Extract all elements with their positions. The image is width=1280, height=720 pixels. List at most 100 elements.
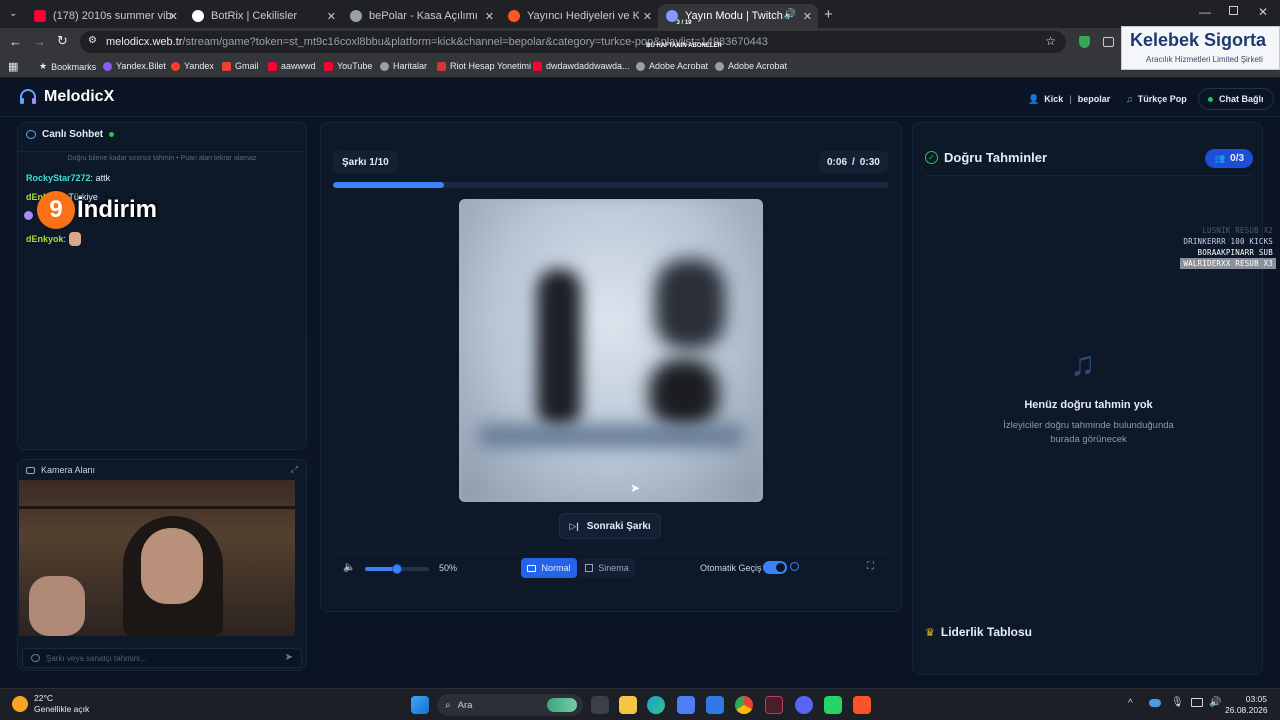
close-icon[interactable]: ✕ bbox=[327, 10, 336, 23]
bookmark-item[interactable]: Yandex bbox=[171, 61, 214, 71]
camera-panel: Kamera Alanı ⤢ Şarkı veya sanatçı tahmin… bbox=[17, 459, 307, 671]
tab-yayinci-hediyeleri[interactable]: Yayıncı Hediyeleri ve Kazananlar ✕ bbox=[500, 4, 658, 28]
apps-grid-icon[interactable]: ▦ bbox=[8, 60, 18, 73]
forward-icon[interactable]: → bbox=[33, 34, 46, 49]
guess-input-placeholder: Şarkı veya sanatçı tahmini... bbox=[46, 653, 147, 663]
extension-icon[interactable] bbox=[1103, 37, 1114, 47]
bookmark-item[interactable]: Riot Hesap Yonetimi bbox=[437, 61, 531, 71]
song-counter: Şarkı 1/10 bbox=[342, 156, 389, 168]
back-icon[interactable]: ← bbox=[9, 34, 22, 49]
send-icon[interactable]: ➤ bbox=[285, 652, 293, 663]
chrome-icon[interactable] bbox=[735, 696, 753, 714]
mode-cinema-button[interactable]: Sinema bbox=[579, 558, 635, 578]
expand-icon[interactable]: ⤢ bbox=[291, 464, 298, 475]
url-host: melodicx.web.tr bbox=[106, 36, 183, 48]
chat-header: Canlı Sohbet bbox=[26, 129, 115, 140]
leaderboard-title: Liderlik Tablosu bbox=[940, 625, 1032, 639]
close-icon[interactable]: ✕ bbox=[485, 10, 494, 23]
network-icon[interactable] bbox=[1191, 698, 1203, 707]
category-label: Türkçe Pop bbox=[1137, 94, 1187, 104]
url-field[interactable]: ⚙ melodicx.web.tr /stream/game?token=st_… bbox=[80, 31, 1066, 53]
speaker-icon[interactable]: 🔊 bbox=[784, 9, 796, 20]
tab-bepolar[interactable]: bePolar - Kasa Açılımı ✕ bbox=[342, 4, 500, 28]
camera-header: Kamera Alanı bbox=[26, 465, 95, 475]
bookmark-item[interactable]: aawwwd bbox=[268, 61, 316, 71]
chat-text: attk bbox=[95, 173, 111, 183]
empty-desc-1: İzleyiciler doğru tahminde bulunduğunda bbox=[1003, 420, 1174, 431]
autoplay-toggle[interactable] bbox=[763, 561, 787, 574]
tray-cloud-icon[interactable] bbox=[1149, 699, 1161, 707]
brave-icon[interactable] bbox=[853, 696, 871, 714]
volume-icon[interactable]: 🔈 bbox=[343, 562, 355, 573]
windows-start-icon[interactable] bbox=[411, 696, 429, 714]
leaderboard-header: ♛ Liderlik Tablosu bbox=[925, 625, 1032, 639]
discord-icon[interactable] bbox=[795, 696, 813, 714]
mode-normal-button[interactable]: Normal bbox=[521, 558, 577, 578]
next-song-button[interactable]: ▷| Sonraki Şarkı bbox=[559, 513, 661, 539]
tab-search-chevron-icon[interactable]: ⌄ bbox=[9, 8, 17, 19]
brand[interactable]: MelodicX bbox=[18, 87, 114, 107]
volume-slider[interactable] bbox=[365, 564, 429, 574]
chat-username[interactable]: dEnkyok bbox=[26, 234, 64, 244]
search-label: Ara bbox=[457, 699, 473, 711]
tab-botrix[interactable]: BotRix | Cekilisler ✕ bbox=[184, 4, 342, 28]
mail-icon[interactable] bbox=[706, 696, 724, 714]
file-explorer-icon[interactable] bbox=[619, 696, 637, 714]
bookmark-item[interactable]: Adobe Acrobat bbox=[636, 61, 708, 71]
store-icon[interactable] bbox=[677, 696, 695, 714]
indirim-text: İndirim bbox=[77, 196, 158, 223]
tray-chevron-icon[interactable]: ^ bbox=[1128, 698, 1133, 709]
taskbar-search[interactable]: ⌕ Ara bbox=[437, 694, 583, 716]
edge-icon[interactable] bbox=[647, 696, 665, 714]
divider: | bbox=[1069, 94, 1072, 104]
minimize-button[interactable]: — bbox=[1199, 5, 1211, 19]
clock-date: 26.08.2026 bbox=[1225, 705, 1268, 715]
info-icon[interactable] bbox=[790, 562, 799, 571]
bookmark-label: Adobe Acrobat bbox=[649, 61, 709, 71]
chat-message: dEnkyok: bbox=[26, 232, 82, 246]
bookmark-item[interactable]: Adobe Acrobat bbox=[715, 61, 787, 71]
subs-title: BU HAFTANIN ABONELER bbox=[646, 43, 722, 49]
camera-icon bbox=[26, 466, 35, 474]
shield-extension-icon[interactable] bbox=[1079, 36, 1090, 48]
channel-label: bepolar bbox=[1077, 94, 1111, 104]
chat-title: Canlı Sohbet bbox=[42, 129, 104, 140]
weather-sun-icon bbox=[12, 696, 28, 712]
volume-tray-icon[interactable]: 🔊 bbox=[1209, 697, 1221, 708]
bookmark-item[interactable]: Haritalar bbox=[380, 61, 427, 71]
task-view-icon[interactable] bbox=[591, 696, 609, 714]
microphone-icon[interactable]: 🎙 bbox=[1171, 697, 1184, 708]
clock[interactable]: 03:05 26.08.2026 bbox=[1225, 694, 1268, 716]
progress-track[interactable] bbox=[333, 182, 889, 188]
volume-knob[interactable] bbox=[392, 564, 402, 574]
bookmark-item[interactable]: YouTube bbox=[324, 61, 372, 71]
whatsapp-icon[interactable] bbox=[824, 696, 842, 714]
guess-input[interactable]: Şarkı veya sanatçı tahmini... ➤ bbox=[22, 648, 302, 668]
bookmark-star-icon[interactable]: ☆ bbox=[1045, 34, 1056, 48]
chat-notice: Doğru bilene kadar sınırsız tahmin • Pua… bbox=[18, 151, 306, 162]
ad-title: Kelebek Sigorta bbox=[1130, 30, 1267, 50]
bookmark-item[interactable]: ★ Bookmarks bbox=[39, 61, 96, 72]
bookmark-item[interactable]: Gmail bbox=[222, 61, 259, 71]
tab-label: (178) 2010s summer vibes mix bbox=[53, 10, 173, 22]
channel-pill: 👤 Kick | bepolar bbox=[1028, 88, 1110, 110]
app-icon[interactable] bbox=[765, 696, 783, 714]
clock-time: 03:05 bbox=[1245, 694, 1267, 704]
riot-icon bbox=[437, 61, 446, 71]
site-info-icon[interactable]: ⚙ bbox=[88, 35, 97, 46]
weather-widget[interactable]: 22°C Genellikle açık bbox=[12, 693, 89, 715]
new-tab-button[interactable]: + bbox=[824, 6, 833, 23]
empty-desc-2: burada görünecek bbox=[1050, 434, 1127, 445]
chat-username[interactable]: RockyStar7272 bbox=[26, 173, 91, 183]
feed-item: LUSNIK RESUB X2 bbox=[1202, 226, 1273, 235]
bookmark-item[interactable]: Yandex.Bilet bbox=[103, 61, 166, 71]
fullscreen-icon[interactable]: ⛶ bbox=[867, 561, 874, 572]
reload-icon[interactable]: ↻ bbox=[57, 33, 68, 49]
bookmark-label: Yandex bbox=[184, 61, 214, 71]
close-icon[interactable]: ✕ bbox=[169, 10, 178, 23]
restore-button[interactable] bbox=[1229, 6, 1238, 15]
bookmark-item[interactable]: dwdawdaddwawda... bbox=[533, 61, 630, 71]
close-window-button[interactable]: ✕ bbox=[1258, 5, 1268, 19]
close-icon[interactable]: ✕ bbox=[803, 10, 812, 23]
tab-youtube-mix[interactable]: (178) 2010s summer vibes mix ✕ bbox=[26, 4, 184, 28]
